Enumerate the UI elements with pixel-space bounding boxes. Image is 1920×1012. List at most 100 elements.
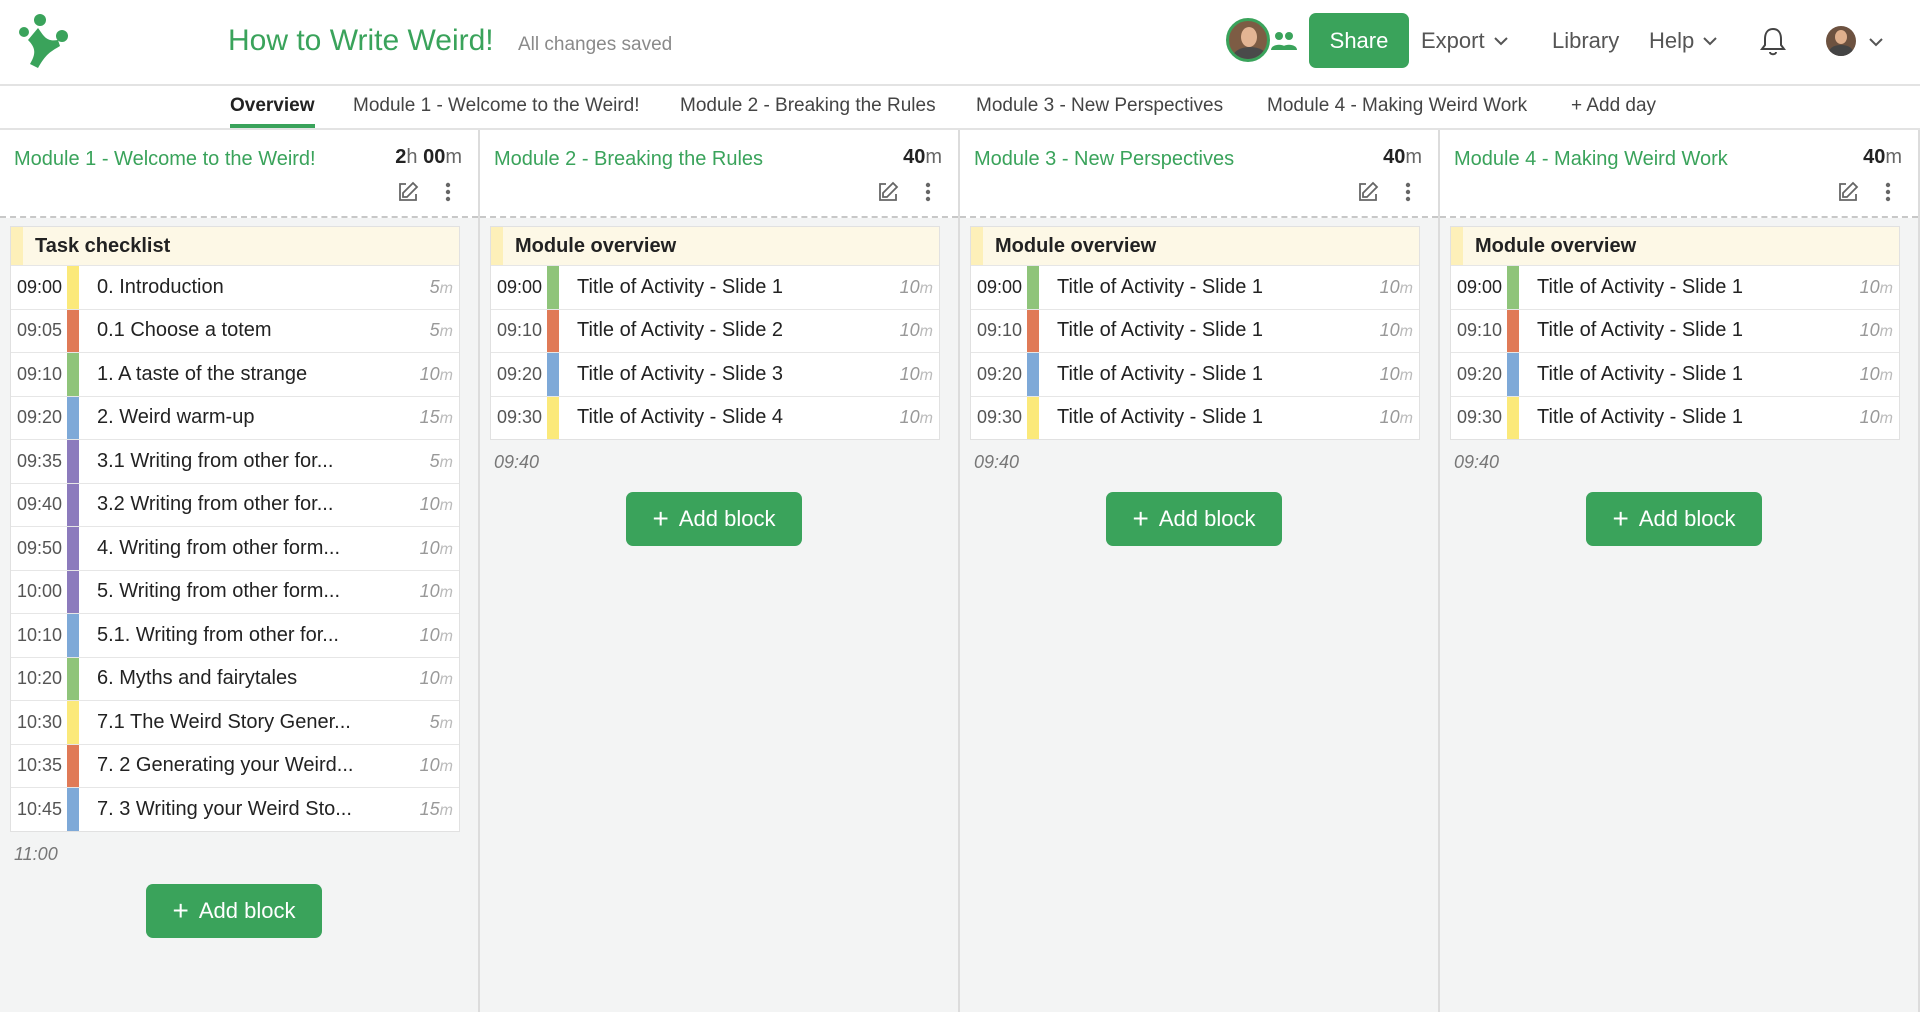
block-title[interactable]: Task checklist (11, 227, 459, 265)
activity-duration-value: 10 (1859, 320, 1880, 341)
more-options-icon[interactable] (1878, 180, 1898, 204)
activity-duration-unit: m (919, 410, 933, 428)
activity-duration: 10m (893, 320, 939, 341)
logo-icon[interactable] (16, 12, 72, 72)
activity-time: 09:20 (977, 363, 1023, 384)
duration-minutes-unit: m (1885, 146, 1902, 168)
schedule-block[interactable]: Module overview 09:00 Title of Activity … (970, 226, 1420, 440)
schedule-block[interactable]: Task checklist 09:00 0. Introduction 5m … (10, 226, 460, 832)
more-options-icon[interactable] (438, 180, 458, 204)
activity-color-bar (67, 483, 79, 526)
activity-row[interactable]: 09:40 3.2 Writing from other for... 10m (11, 482, 459, 526)
module-column: Module 2 - Breaking the Rules 40m Module… (480, 130, 960, 1012)
edit-icon[interactable] (1356, 180, 1380, 204)
end-time: 09:40 (974, 452, 1020, 472)
activity-color-bar (67, 266, 79, 309)
activity-time: 09:10 (497, 320, 543, 341)
activity-time: 09:10 (1457, 320, 1503, 341)
column-title[interactable]: Module 1 - Welcome to the Weird! (14, 148, 316, 171)
activity-color-bar (1027, 353, 1039, 396)
add-block-button[interactable]: + Add block (1106, 492, 1282, 546)
activity-row[interactable]: 10:10 5.1. Writing from other for... 10m (11, 613, 459, 657)
column-title[interactable]: Module 4 - Making Weird Work (1454, 148, 1728, 171)
activity-row[interactable]: 09:35 3.1 Writing from other for... 5m (11, 439, 459, 483)
tab-add-day[interactable]: + Add day (1571, 86, 1656, 128)
activity-row[interactable]: 10:00 5. Writing from other form... 10m (11, 569, 459, 613)
activity-row[interactable]: 09:30 Title of Activity - Slide 1 10m (1451, 395, 1899, 439)
edit-icon[interactable] (876, 180, 900, 204)
tab-module-4[interactable]: Module 4 - Making Weird Work (1267, 86, 1527, 128)
activity-duration-unit: m (1879, 323, 1893, 341)
activity-time: 10:30 (17, 711, 63, 732)
activity-row[interactable]: 09:05 0.1 Choose a totem 5m (11, 308, 459, 352)
activity-row[interactable]: 10:30 7.1 The Weird Story Gener... 5m (11, 700, 459, 744)
help-menu[interactable]: Help (1649, 28, 1718, 54)
activity-label: Title of Activity - Slide 2 (577, 319, 783, 342)
activity-row[interactable]: 09:10 1. A taste of the strange 10m (11, 352, 459, 396)
activity-row[interactable]: 09:20 Title of Activity - Slide 3 10m (491, 352, 939, 396)
collaborator-avatar[interactable] (1226, 18, 1270, 62)
duration-minutes: 40 (1863, 146, 1886, 168)
column-title[interactable]: Module 2 - Breaking the Rules (494, 148, 763, 171)
schedule-block[interactable]: Module overview 09:00 Title of Activity … (1450, 226, 1900, 440)
activity-row[interactable]: 09:30 Title of Activity - Slide 1 10m (971, 395, 1419, 439)
module-column: Module 3 - New Perspectives 40m Module o… (960, 130, 1440, 1012)
more-options-icon[interactable] (1398, 180, 1418, 204)
tab-module-2[interactable]: Module 2 - Breaking the Rules (680, 86, 936, 128)
tab-overview[interactable]: Overview (230, 86, 315, 128)
activity-label: 7. 3 Writing your Weird Sto... (97, 797, 352, 820)
block-title[interactable]: Module overview (1451, 227, 1899, 265)
people-icon[interactable] (1270, 30, 1298, 52)
activity-duration-unit: m (439, 279, 453, 297)
add-block-button[interactable]: + Add block (1586, 492, 1762, 546)
activity-duration-unit: m (439, 714, 453, 732)
tab-module-3[interactable]: Module 3 - New Perspectives (976, 86, 1223, 128)
activity-row[interactable]: 09:00 Title of Activity - Slide 1 10m (1451, 265, 1899, 309)
chevron-down-icon[interactable] (1868, 34, 1884, 50)
edit-icon[interactable] (1836, 180, 1860, 204)
plus-icon: + (652, 503, 669, 534)
activity-row[interactable]: 09:20 Title of Activity - Slide 1 10m (971, 352, 1419, 396)
block-title[interactable]: Module overview (491, 227, 939, 265)
activity-row[interactable]: 09:10 Title of Activity - Slide 2 10m (491, 308, 939, 352)
duration-hours-unit: h (406, 146, 418, 168)
activity-row[interactable]: 09:20 2. Weird warm-up 15m (11, 395, 459, 439)
add-block-button[interactable]: + Add block (626, 492, 802, 546)
activity-time: 09:05 (17, 320, 63, 341)
document-title[interactable]: How to Write Weird! (228, 24, 494, 58)
activity-row[interactable]: 09:00 Title of Activity - Slide 1 10m (491, 265, 939, 309)
user-avatar[interactable] (1826, 26, 1856, 56)
tab-module-1[interactable]: Module 1 - Welcome to the Weird! (353, 86, 640, 128)
duration-minutes: 40 (903, 146, 926, 168)
activity-row[interactable]: 10:20 6. Myths and fairytales 10m (11, 656, 459, 700)
activity-duration-unit: m (439, 366, 453, 384)
activity-row[interactable]: 10:35 7. 2 Generating your Weird... 10m (11, 743, 459, 787)
export-menu[interactable]: Export (1421, 28, 1509, 54)
add-block-button[interactable]: + Add block (146, 883, 322, 938)
activity-duration-unit: m (439, 540, 453, 558)
library-link[interactable]: Library (1552, 28, 1619, 54)
activity-row[interactable]: 09:00 0. Introduction 5m (11, 265, 459, 309)
activity-duration-unit: m (439, 801, 453, 819)
edit-icon[interactable] (396, 180, 420, 204)
block-title[interactable]: Module overview (971, 227, 1419, 265)
schedule-block[interactable]: Module overview 09:00 Title of Activity … (490, 226, 940, 440)
bell-icon[interactable] (1760, 26, 1786, 56)
activity-label: Title of Activity - Slide 1 (1537, 406, 1743, 429)
activity-label: 1. A taste of the strange (97, 362, 308, 385)
tab-bar: Overview Module 1 - Welcome to the Weird… (0, 86, 1920, 130)
column-title[interactable]: Module 3 - New Perspectives (974, 148, 1234, 171)
activity-row[interactable]: 09:00 Title of Activity - Slide 1 10m (971, 265, 1419, 309)
activity-row[interactable]: 09:50 4. Writing from other form... 10m (11, 526, 459, 570)
activity-row[interactable]: 09:20 Title of Activity - Slide 1 10m (1451, 352, 1899, 396)
activity-duration: 10m (893, 407, 939, 428)
more-options-icon[interactable] (918, 180, 938, 204)
column-header: Module 2 - Breaking the Rules 40m (480, 130, 958, 218)
activity-row[interactable]: 10:45 7. 3 Writing your Weird Sto... 15m (11, 787, 459, 831)
activity-row[interactable]: 09:30 Title of Activity - Slide 4 10m (491, 395, 939, 439)
activity-row[interactable]: 09:10 Title of Activity - Slide 1 10m (1451, 308, 1899, 352)
activity-duration-unit: m (1879, 279, 1893, 297)
activity-color-bar (1027, 266, 1039, 309)
activity-row[interactable]: 09:10 Title of Activity - Slide 1 10m (971, 308, 1419, 352)
share-button[interactable]: Share (1309, 13, 1409, 68)
